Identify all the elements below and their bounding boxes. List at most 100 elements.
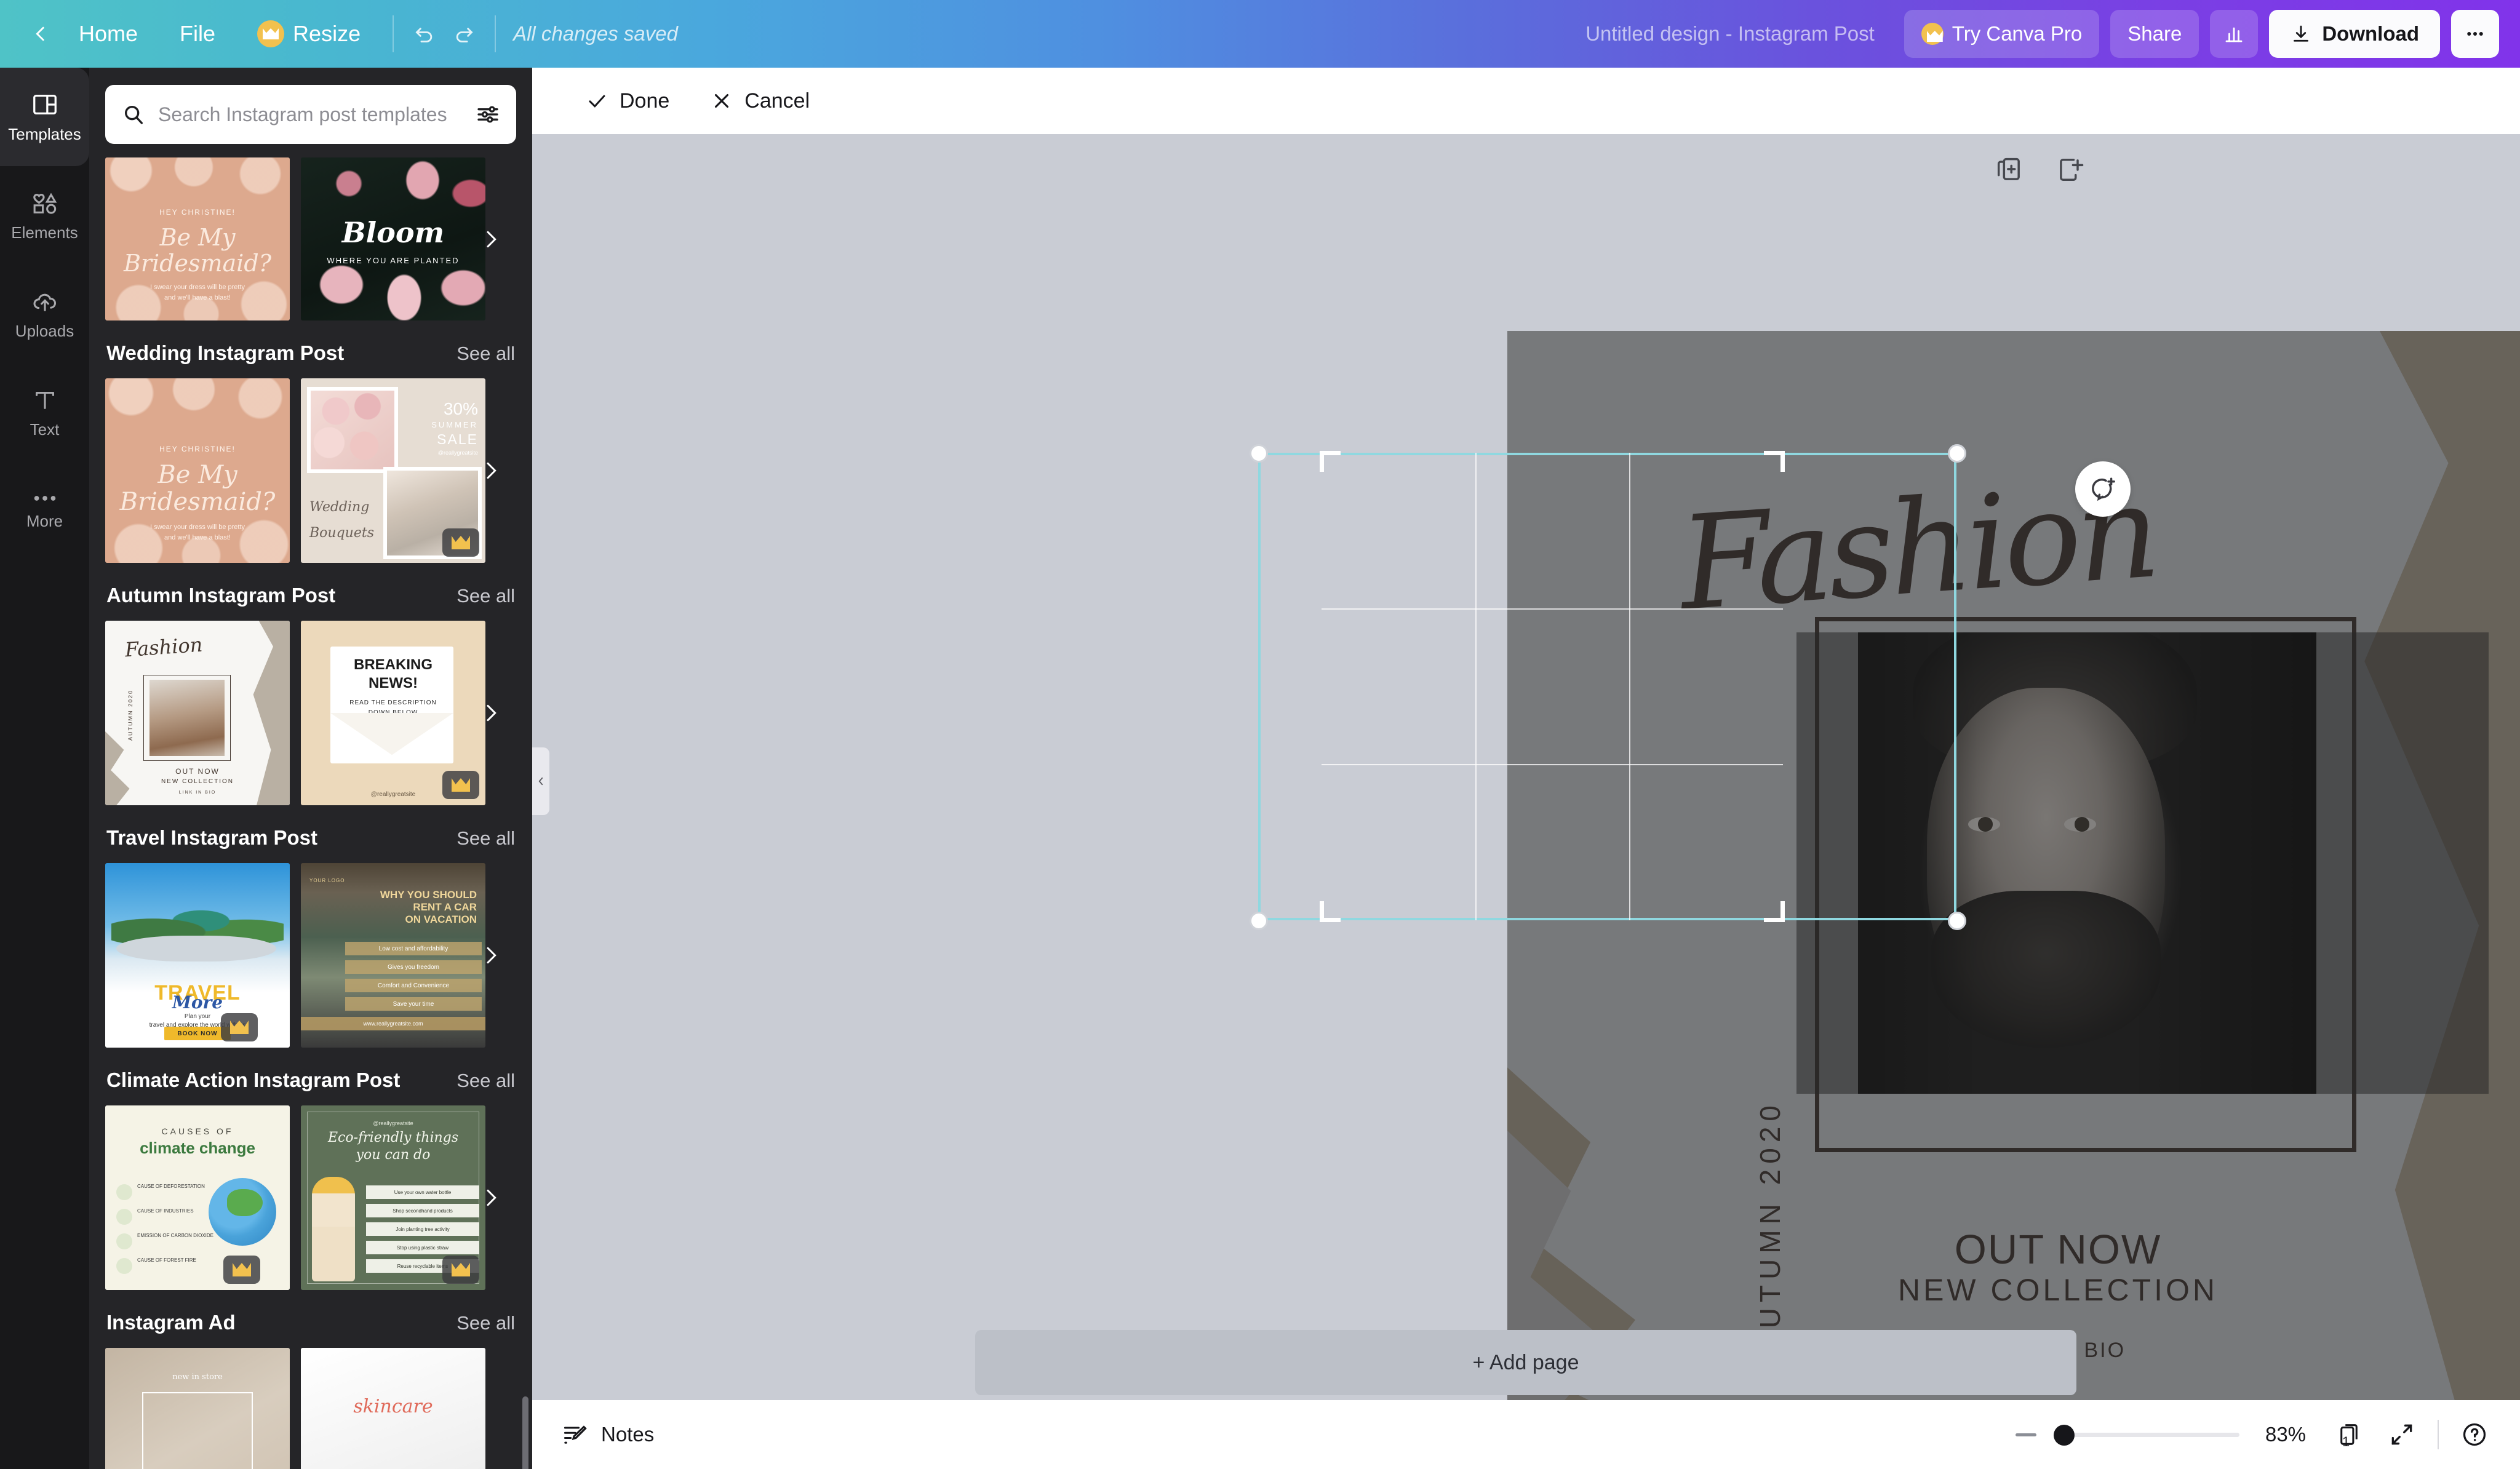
- sidebar-item-label: Elements: [11, 223, 78, 242]
- see-all-link[interactable]: See all: [457, 827, 515, 850]
- add-page-bar[interactable]: + Add page: [975, 1330, 2076, 1395]
- template-text: Save your time: [345, 997, 482, 1011]
- template-text: Bloom: [341, 216, 445, 249]
- see-all-link[interactable]: See all: [457, 343, 515, 365]
- airplane: [116, 936, 276, 961]
- see-all-link[interactable]: See all: [457, 1312, 515, 1334]
- template-card[interactable]: HEY CHRISTINE! Be My Bridesmaid? I swear…: [105, 157, 290, 320]
- crown-icon: [257, 20, 285, 47]
- crop-handle-top-left[interactable]: [1320, 451, 1341, 472]
- template-text: Fashion: [124, 632, 204, 662]
- template-card[interactable]: Fashion AUTUMN 2020 OUT NOW NEW COLLECTI…: [105, 621, 290, 805]
- zoom-out-button[interactable]: [2016, 1433, 2036, 1436]
- search-box[interactable]: [105, 85, 516, 144]
- zoom-percent[interactable]: 83%: [2258, 1423, 2313, 1446]
- template-text: ON VACATION: [405, 914, 477, 925]
- see-all-link[interactable]: See all: [457, 585, 515, 607]
- crop-handle-bottom-left[interactable]: [1320, 901, 1341, 922]
- try-canva-pro-button[interactable]: Try Canva Pro: [1904, 10, 2100, 58]
- sidebar-item-elements[interactable]: Elements: [0, 166, 89, 265]
- template-card[interactable]: Bloom WHERE YOU ARE PLANTED: [301, 157, 485, 320]
- collapse-panel-button[interactable]: [532, 747, 549, 815]
- template-text: CAUSE OF FOREST FIRE: [137, 1257, 196, 1263]
- bullet-icon: [116, 1184, 132, 1200]
- divider: [393, 15, 394, 52]
- download-icon: [2294, 25, 2309, 42]
- resize-handle-bottom-right[interactable]: [1948, 912, 1966, 930]
- sidebar-item-more[interactable]: More: [0, 461, 89, 560]
- grid-line-vertical: [1475, 453, 1477, 920]
- resize-handle-top-left[interactable]: [1250, 444, 1268, 463]
- fullscreen-button[interactable]: [2385, 1417, 2419, 1452]
- notes-button[interactable]: Notes: [532, 1421, 654, 1448]
- template-card[interactable]: YOUR LOGO WHY YOU SHOULD RENT A CAR ON V…: [301, 863, 485, 1048]
- redo-button[interactable]: [444, 14, 484, 54]
- bullet-icon: [116, 1233, 132, 1249]
- template-card[interactable]: @reallygreatsite Eco-friendly things you…: [301, 1105, 485, 1290]
- template-card[interactable]: TRAVEL More Plan your travel and explore…: [105, 863, 290, 1048]
- template-text: I swear your dress will be pretty: [150, 524, 245, 531]
- template-card[interactable]: new in store: [105, 1348, 290, 1469]
- template-card[interactable]: HEY CHRISTINE! Be My Bridesmaid? I swear…: [105, 378, 290, 563]
- download-button[interactable]: Download: [2269, 10, 2440, 58]
- bar-chart-icon: [2225, 27, 2243, 42]
- template-section: Autumn Instagram Post See all Fashion AU…: [89, 584, 532, 805]
- new-collection-text[interactable]: NEW COLLECTION: [1507, 1272, 2520, 1308]
- undo-button[interactable]: [405, 14, 444, 54]
- more-options-button[interactable]: [2451, 10, 2499, 58]
- zoom-slider[interactable]: [2054, 1424, 2239, 1446]
- template-card[interactable]: skincare: [301, 1348, 485, 1469]
- design-title[interactable]: Untitled design - Instagram Post: [1585, 22, 1875, 46]
- sidebar-item-label: Uploads: [15, 321, 74, 340]
- back-button[interactable]: [23, 17, 58, 51]
- search-input[interactable]: [158, 103, 463, 126]
- template-card[interactable]: 30% SUMMER SALE @reallygreatsite Wedding…: [301, 378, 485, 563]
- file-menu[interactable]: File: [159, 14, 236, 54]
- bouquet-photo: [311, 391, 394, 469]
- divider: [495, 15, 496, 52]
- next-templates-button[interactable]: [477, 699, 505, 727]
- sidebar-item-text[interactable]: Text: [0, 363, 89, 461]
- sidebar-item-uploads[interactable]: Uploads: [0, 265, 89, 363]
- cancel-button[interactable]: Cancel: [693, 78, 827, 124]
- template-text: Stop using plastic straw: [366, 1241, 479, 1254]
- template-text: SUMMER: [431, 420, 478, 429]
- photo-element[interactable]: [1796, 632, 2489, 1094]
- next-templates-button[interactable]: [477, 456, 505, 485]
- template-text: Shop secondhand products: [366, 1204, 479, 1217]
- template-text: Join planting tree activity: [366, 1222, 479, 1236]
- template-text: skincare: [353, 1396, 433, 1417]
- notes-pencil-icon: [564, 1425, 587, 1444]
- see-all-link[interactable]: See all: [457, 1070, 515, 1092]
- out-now-text[interactable]: OUT NOW: [1507, 1226, 2520, 1273]
- crown-icon: [233, 1263, 251, 1276]
- zoom-slider-knob[interactable]: [2054, 1424, 2075, 1446]
- template-card[interactable]: CAUSES OF climate change CAUSE OF DEFORE…: [105, 1105, 290, 1290]
- duplicate-page-button[interactable]: [1993, 154, 2028, 188]
- home-menu[interactable]: Home: [58, 14, 159, 54]
- resize-handle-bottom-left[interactable]: [1250, 912, 1268, 930]
- expand-icon: [2391, 1424, 2412, 1445]
- panel-scrollbar[interactable]: [522, 1396, 528, 1469]
- add-page-button[interactable]: [2054, 154, 2088, 188]
- crown-icon: [230, 1021, 249, 1034]
- done-button[interactable]: Done: [568, 78, 687, 124]
- design-page[interactable]: Fashion AUTUMN 2020 OUT NOW NEW COLLECTI…: [1507, 331, 2520, 1400]
- next-templates-button[interactable]: [477, 225, 505, 253]
- template-card[interactable]: BREAKING NEWS! READ THE DESCRIPTION DOWN…: [301, 621, 485, 805]
- share-button[interactable]: Share: [2110, 10, 2199, 58]
- insights-button[interactable]: [2210, 10, 2259, 58]
- help-button[interactable]: [2457, 1417, 2492, 1452]
- resize-handle-top-right[interactable]: [1948, 444, 1966, 463]
- template-text: @reallygreatsite: [373, 1120, 413, 1126]
- chevron-right-icon: [487, 231, 496, 247]
- sidebar-item-templates[interactable]: Templates: [0, 68, 89, 166]
- template-text: AUTUMN 2020: [127, 690, 134, 741]
- page-manager-button[interactable]: 1: [2332, 1417, 2366, 1452]
- sliders-icon[interactable]: [476, 102, 500, 127]
- resize-button[interactable]: Resize: [236, 14, 381, 54]
- add-comment-button[interactable]: [2075, 461, 2131, 517]
- next-templates-button[interactable]: [477, 1184, 505, 1212]
- share-label: Share: [2127, 22, 2182, 45]
- next-templates-button[interactable]: [477, 941, 505, 969]
